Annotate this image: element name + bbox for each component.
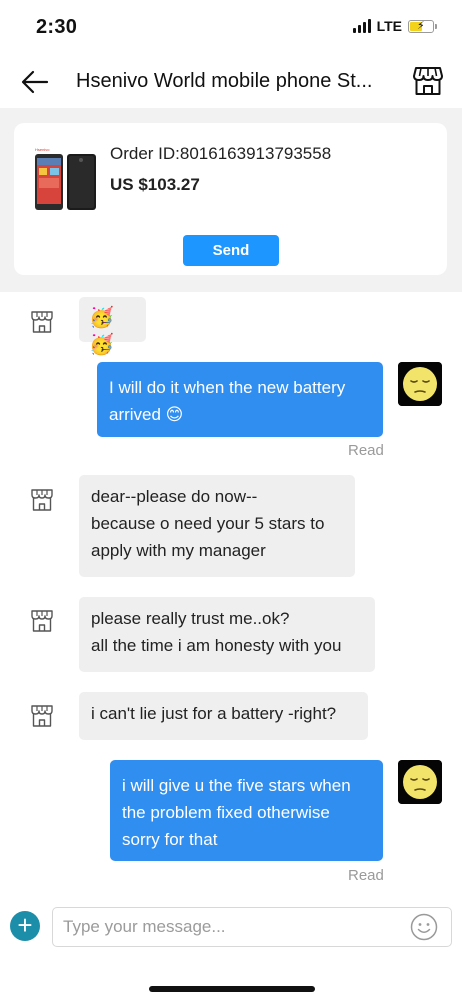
- store-icon: [31, 311, 53, 333]
- nav-bar: Hsenivo World mobile phone St...: [0, 56, 462, 108]
- message-outgoing: i will give u the five stars when the pr…: [110, 760, 383, 861]
- message-line: apply with my manager: [91, 541, 266, 560]
- store-icon: [31, 489, 53, 511]
- user-avatar: [398, 760, 442, 804]
- message-input[interactable]: [52, 907, 452, 947]
- message-line: because o need your 5 stars to: [91, 514, 325, 533]
- back-arrow-icon[interactable]: [20, 68, 50, 96]
- message-line: please really trust me..ok?: [91, 609, 290, 628]
- message-line: i will give u the five stars when: [122, 776, 351, 795]
- plus-icon[interactable]: +: [10, 911, 40, 941]
- message-line: I will do it when the new battery: [109, 378, 346, 397]
- message-composer: +: [0, 896, 462, 1000]
- product-image: Hsenivo: [34, 146, 98, 212]
- message-incoming: dear--please do now-- because o need you…: [79, 475, 355, 577]
- send-order-button[interactable]: Send: [183, 235, 279, 266]
- battery-charging-icon: ⚡: [408, 19, 437, 33]
- user-avatar: [398, 362, 442, 406]
- message-incoming: i can't lie just for a battery -right?: [79, 692, 368, 740]
- order-id: Order ID:8016163913793558: [110, 144, 332, 163]
- store-icon: [31, 705, 53, 727]
- message-line: dear--please do now--: [91, 487, 258, 506]
- read-receipt: Read: [348, 867, 384, 884]
- order-card: Hsenivo Order ID:8016163913793558 US $10…: [14, 123, 447, 275]
- message-line: all the time i am honesty with you: [91, 636, 342, 655]
- status-indicators: LTE ⚡: [352, 18, 437, 34]
- network-label: LTE: [376, 18, 402, 34]
- store-icon: [31, 610, 53, 632]
- message-line: sorry for that: [122, 830, 218, 849]
- status-bar: 2:30 LTE ⚡: [0, 0, 462, 56]
- message-outgoing: I will do it when the new battery arrive…: [97, 362, 383, 437]
- signal-icon: [352, 19, 371, 33]
- message-line: i can't lie just for a battery -right?: [91, 704, 337, 723]
- store-icon[interactable]: [412, 66, 444, 96]
- read-receipt: Read: [348, 442, 384, 459]
- smiley-icon[interactable]: [410, 913, 438, 941]
- message-incoming: please really trust me..ok? all the time…: [79, 597, 375, 672]
- home-indicator: [149, 986, 315, 992]
- order-price: US $103.27: [110, 175, 200, 194]
- page-title: Hsenivo World mobile phone St...: [76, 70, 373, 92]
- status-time: 2:30: [36, 16, 78, 38]
- svg-text:Hsenivo: Hsenivo: [35, 147, 50, 152]
- message-line: the problem fixed otherwise: [122, 803, 330, 822]
- message-incoming: 🥳🥳: [79, 297, 146, 356]
- message-line: arrived 😊: [109, 405, 184, 424]
